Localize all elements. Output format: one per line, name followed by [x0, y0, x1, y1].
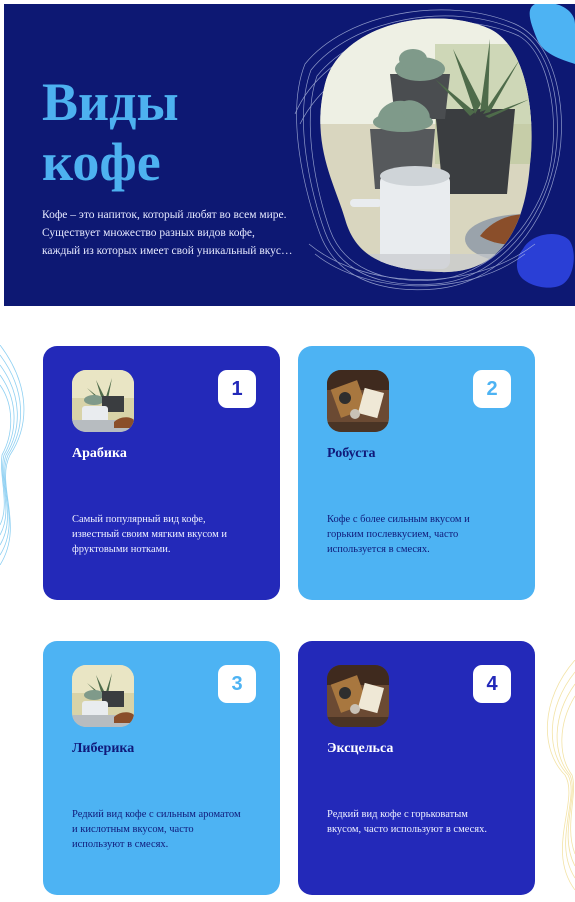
card-description-line-2: вкусом, часто используют в смесях.: [327, 824, 488, 835]
card-description: Кофе с более сильным вкусом и горьким по…: [327, 512, 512, 557]
card-description-line-1: Самый популярный вид кофе,: [72, 514, 206, 525]
card-description: Редкий вид кофе с сильным ароматом и кис…: [72, 807, 257, 852]
hero-description-line-1: Кофе – это напиток, который любят во все…: [42, 209, 287, 221]
card-number-badge: 1: [218, 370, 256, 408]
card-description: Самый популярный вид кофе, известный сво…: [72, 512, 257, 557]
hero-description-line-3: каждый из которых имеет свой уникальный …: [42, 245, 293, 257]
card-thumbnail-image: [327, 665, 389, 727]
card-thumbnail-image: [327, 370, 389, 432]
hero-section: Виды кофе Кофе – это напиток, который лю…: [4, 4, 575, 306]
card-title: Эксцельса: [327, 741, 394, 756]
page-title: Виды кофе: [42, 72, 179, 192]
coffee-card-arabica: 1 Арабика Самый популярный вид кофе, изв…: [43, 346, 280, 600]
card-description: Редкий вид кофе с горьковатым вкусом, ча…: [327, 807, 512, 837]
card-description-line-3: используется в смесях.: [327, 544, 430, 555]
card-thumbnail-image: [72, 370, 134, 432]
title-line-1: Виды: [42, 72, 179, 132]
card-description-line-2: известный своим мягким вкусом и: [72, 529, 227, 540]
card-description-line-3: фруктовыми нотками.: [72, 544, 171, 555]
coffee-card-excelsa: 4 Эксцельса Редкий вид кофе с горьковаты…: [298, 641, 535, 895]
coffee-card-liberica: 3 Либерика Редкий вид кофе с сильным аро…: [43, 641, 280, 895]
card-number-badge: 3: [218, 665, 256, 703]
card-title: Робуста: [327, 446, 376, 461]
wave-lines-decoration-left: [0, 345, 25, 565]
card-description-line-1: Редкий вид кофе с сильным ароматом: [72, 809, 241, 820]
card-description-line-3: используют в смесях.: [72, 839, 169, 850]
card-number-badge: 4: [473, 665, 511, 703]
card-number-badge: 2: [473, 370, 511, 408]
hero-description-line-2: Существует множество разных видов кофе,: [42, 227, 255, 239]
card-title: Арабика: [72, 446, 127, 461]
wave-lines-decoration-right: [547, 660, 575, 890]
coffee-card-robusta: 2 Робуста Кофе с более сильным вкусом и …: [298, 346, 535, 600]
card-description-line-2: и кислотным вкусом, часто: [72, 824, 194, 835]
hero-description: Кофе – это напиток, который любят во все…: [42, 206, 312, 260]
card-thumbnail-image: [72, 665, 134, 727]
card-description-line-1: Редкий вид кофе с горьковатым: [327, 809, 468, 820]
card-description-line-1: Кофе с более сильным вкусом и: [327, 514, 470, 525]
card-description-line-2: горьким послевкусием, часто: [327, 529, 459, 540]
title-line-2: кофе: [42, 132, 161, 192]
hero-photo-collage: [294, 4, 575, 291]
card-title: Либерика: [72, 741, 135, 756]
